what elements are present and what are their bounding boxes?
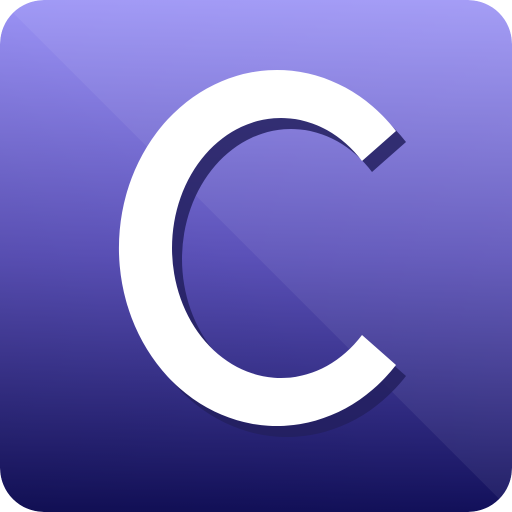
c-logo-icon — [0, 0, 512, 512]
icon-stage — [0, 0, 512, 512]
app-icon[interactable] — [0, 0, 512, 512]
